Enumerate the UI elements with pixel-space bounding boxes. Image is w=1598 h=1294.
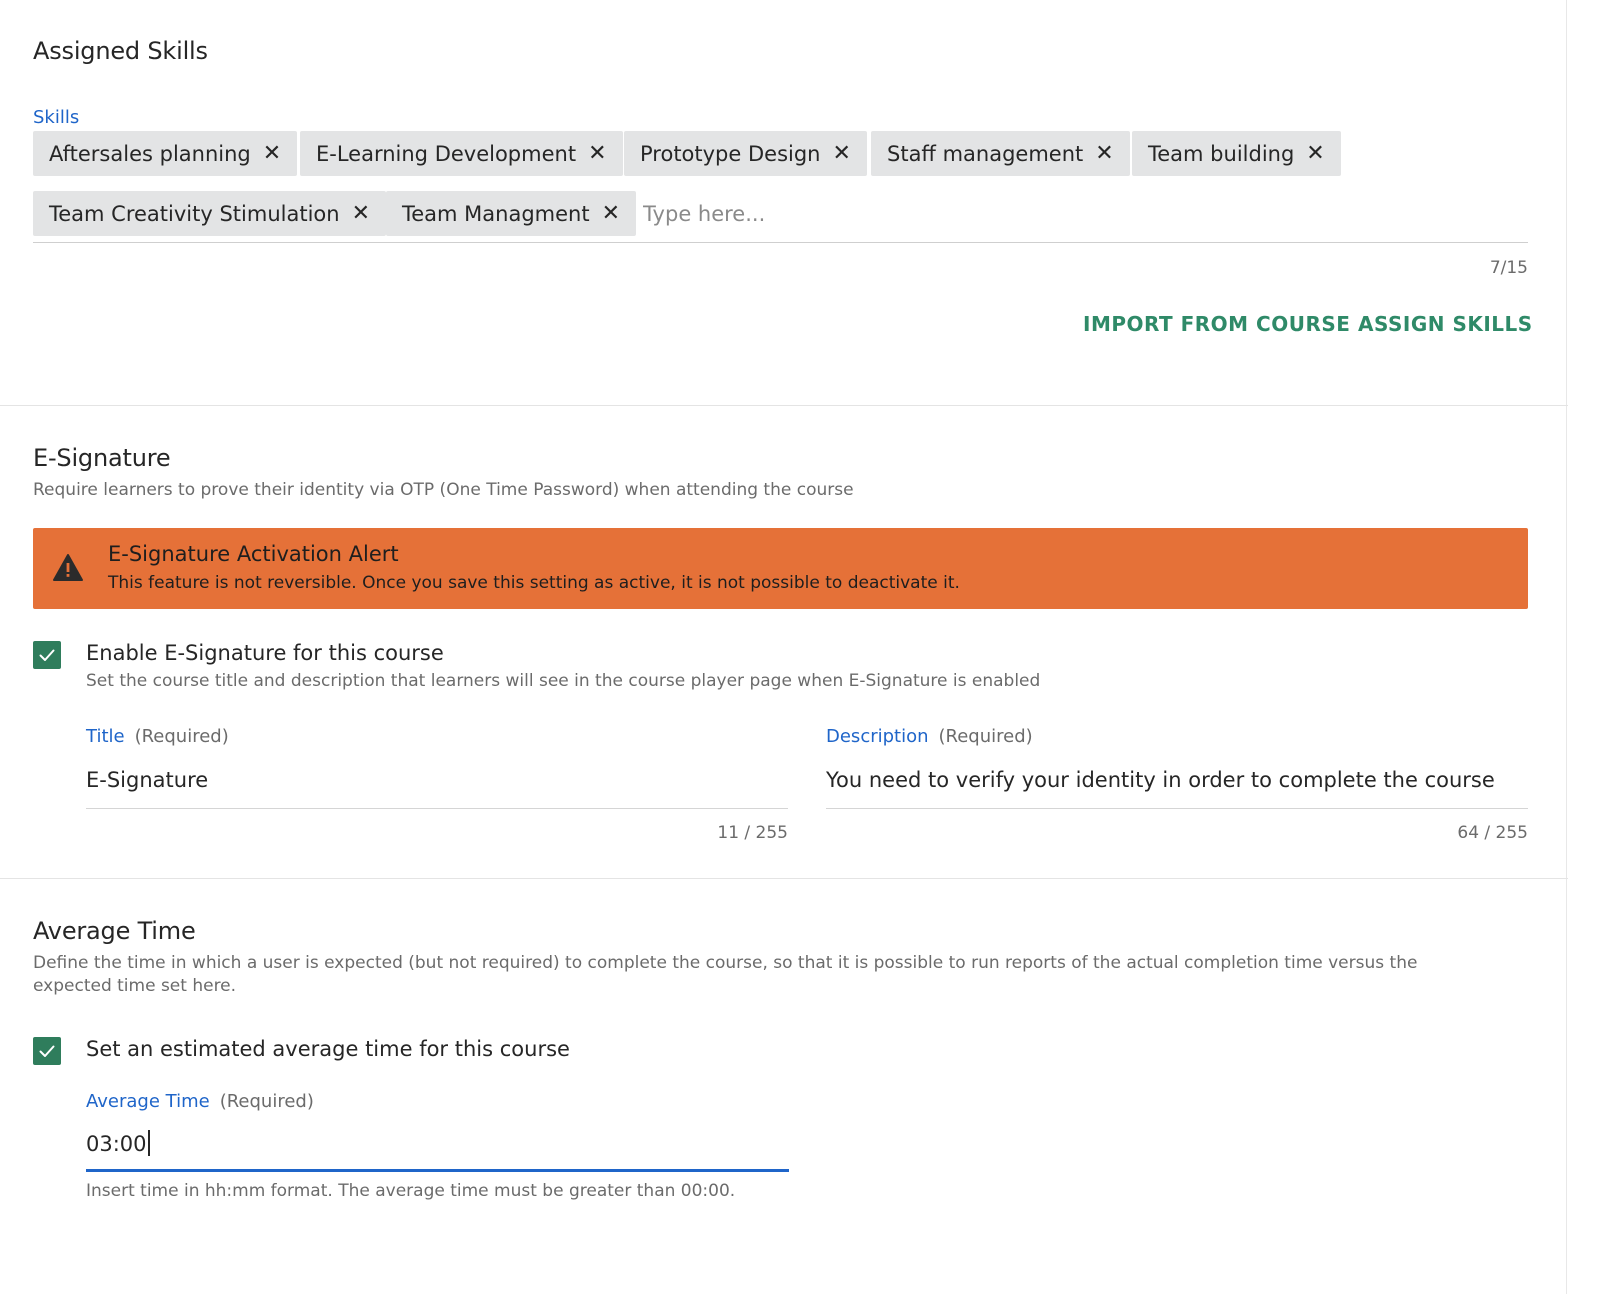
remove-chip-icon[interactable]: ✕ (1095, 141, 1113, 166)
skill-chip: Team Creativity Stimulation ✕ (33, 191, 387, 236)
average-time-input[interactable]: 03:00 (86, 1130, 150, 1156)
skill-chip-label: Team building (1148, 141, 1295, 166)
average-time-label-text: Average Time (86, 1091, 210, 1112)
skill-chip: E-Learning Development ✕ (300, 131, 623, 176)
skill-chip-label: Team Creativity Stimulation (49, 201, 340, 226)
right-border (1566, 0, 1567, 1294)
enable-esignature-label[interactable]: Enable E-Signature for this course (86, 641, 444, 665)
text-caret (147, 1130, 150, 1156)
skill-chip-label: Prototype Design (640, 141, 821, 166)
enable-esignature-checkbox[interactable] (33, 641, 61, 669)
description-field-label: Description (Required) (826, 726, 1033, 747)
average-time-subtitle-line1: Define the time in which a user is expec… (33, 953, 1418, 973)
esignature-title-input[interactable] (86, 764, 786, 796)
description-char-counter: 64 / 255 (1457, 823, 1528, 843)
remove-chip-icon[interactable]: ✕ (352, 201, 370, 226)
average-time-input-underline (86, 1169, 789, 1172)
description-input-underline (826, 808, 1528, 809)
checkmark-icon (39, 1045, 55, 1057)
remove-chip-icon[interactable]: ✕ (1306, 141, 1324, 166)
description-label-text: Description (826, 726, 929, 747)
alert-text: This feature is not reversible. Once you… (108, 573, 960, 593)
required-marker: (Required) (219, 1091, 314, 1112)
checkmark-icon (39, 649, 55, 661)
alert-title: E-Signature Activation Alert (108, 542, 399, 566)
average-time-value: 03:00 (86, 1132, 147, 1156)
average-time-checkbox[interactable] (33, 1037, 61, 1065)
enable-esignature-description: Set the course title and description tha… (86, 671, 1041, 691)
skills-search-input[interactable] (643, 196, 1523, 232)
warning-icon (53, 554, 83, 581)
title-char-counter: 11 / 255 (717, 823, 788, 843)
remove-chip-icon[interactable]: ✕ (833, 141, 851, 166)
section-title-assigned-skills: Assigned Skills (33, 37, 208, 65)
section-divider (0, 878, 1568, 879)
esignature-description-input[interactable] (826, 764, 1528, 796)
skill-chip-label: Team Managment (402, 201, 590, 226)
title-field-label: Title (Required) (86, 726, 229, 747)
skill-chip-label: Staff management (887, 141, 1084, 166)
skills-input-underline (33, 242, 1528, 243)
average-time-hint: Insert time in hh:mm format. The average… (86, 1181, 736, 1201)
skills-field-label: Skills (33, 107, 80, 128)
section-divider (0, 405, 1568, 406)
skill-chip-label: Aftersales planning (49, 141, 251, 166)
remove-chip-icon[interactable]: ✕ (602, 201, 620, 226)
remove-chip-icon[interactable]: ✕ (588, 141, 606, 166)
skill-chip: Aftersales planning ✕ (33, 131, 298, 176)
required-marker: (Required) (134, 726, 229, 747)
skill-chip: Team building ✕ (1132, 131, 1341, 176)
assign-skills-button[interactable]: ASSIGN SKILLS (1358, 312, 1533, 336)
skills-counter: 7/15 (1489, 258, 1528, 278)
esignature-subtitle: Require learners to prove their identity… (33, 480, 854, 500)
required-marker: (Required) (938, 726, 1033, 747)
skill-chip: Staff management ✕ (871, 131, 1130, 176)
average-time-checkbox-label[interactable]: Set an estimated average time for this c… (86, 1037, 570, 1061)
section-title-average-time: Average Time (33, 917, 196, 945)
skill-chip: Prototype Design ✕ (624, 131, 867, 176)
average-time-subtitle-line2: expected time set here. (33, 976, 237, 996)
remove-chip-icon[interactable]: ✕ (263, 141, 281, 166)
skill-chip: Team Managment ✕ (386, 191, 637, 236)
esignature-alert: E-Signature Activation Alert This featur… (33, 528, 1528, 609)
title-input-underline (86, 808, 788, 809)
average-time-field-label: Average Time (Required) (86, 1091, 314, 1112)
skill-chip-label: E-Learning Development (316, 141, 577, 166)
section-title-esignature: E-Signature (33, 444, 171, 472)
title-label-text: Title (86, 726, 125, 747)
import-from-course-button[interactable]: IMPORT FROM COURSE (1083, 312, 1350, 336)
